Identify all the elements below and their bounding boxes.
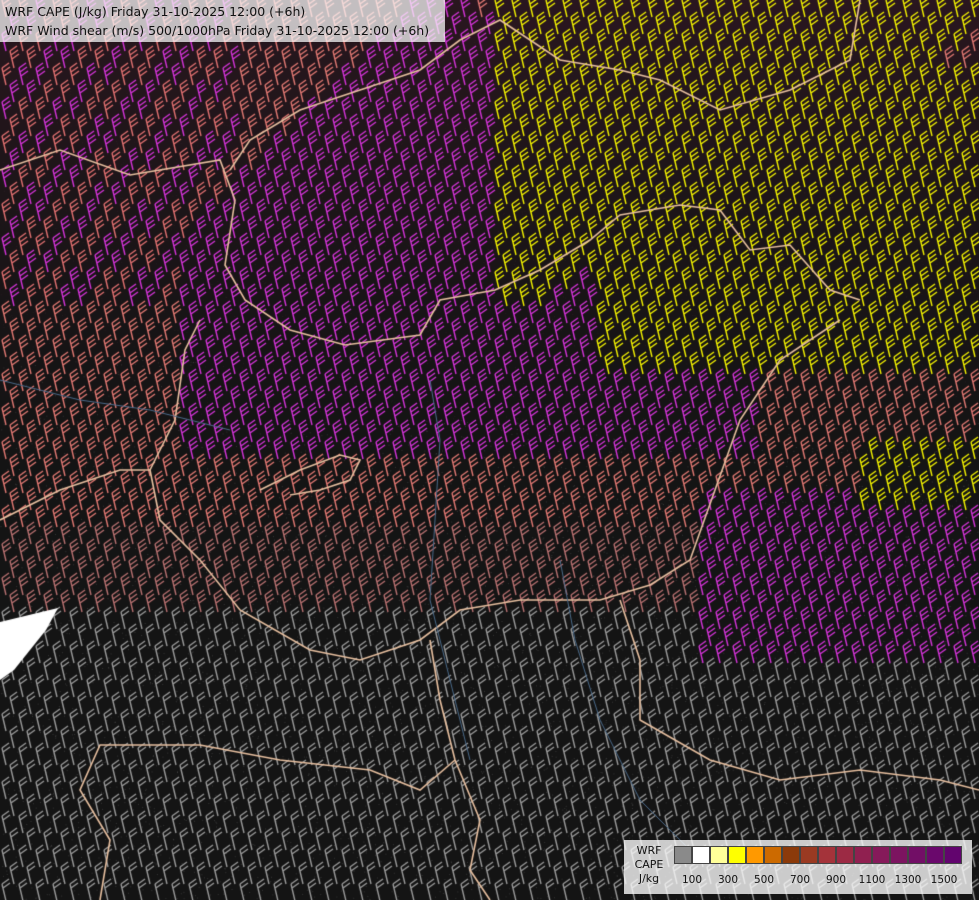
legend-swatch bbox=[836, 846, 854, 864]
legend-title-variable: CAPE bbox=[630, 858, 668, 872]
legend-tick-labels: 100 300 500 700 900 1100 1300 1500 bbox=[674, 874, 964, 888]
legend-tick-label: 1500 bbox=[931, 874, 958, 886]
legend-swatch bbox=[782, 846, 800, 864]
legend-tick-label: 900 bbox=[826, 874, 846, 886]
legend-swatch bbox=[710, 846, 728, 864]
legend-swatch bbox=[746, 846, 764, 864]
title-line-wind-shear: WRF Wind shear (m/s) 500/1000hPa Friday … bbox=[5, 21, 445, 40]
legend-color-scale bbox=[674, 846, 962, 864]
cape-legend: WRF CAPE J/kg 100 300 500 700 900 1100 1300 150… bbox=[624, 840, 972, 894]
weather-map bbox=[0, 0, 979, 900]
legend-tick-label: 300 bbox=[718, 874, 738, 886]
legend-swatch bbox=[800, 846, 818, 864]
legend-tick-label: 500 bbox=[754, 874, 774, 886]
legend-swatch bbox=[890, 846, 908, 864]
legend-tick-label: 1300 bbox=[895, 874, 922, 886]
legend-swatch bbox=[944, 846, 962, 864]
legend-title-model: WRF bbox=[630, 844, 668, 858]
legend-tick-label: 100 bbox=[682, 874, 702, 886]
title-line-cape: WRF CAPE (J/kg) Friday 31-10-2025 12:00 … bbox=[5, 2, 445, 21]
legend-swatch bbox=[764, 846, 782, 864]
legend-tick-label: 1100 bbox=[859, 874, 886, 886]
legend-swatch bbox=[872, 846, 890, 864]
legend-swatch bbox=[692, 846, 710, 864]
legend-title-unit: J/kg bbox=[630, 872, 668, 886]
legend-tick-label: 700 bbox=[790, 874, 810, 886]
legend-swatch bbox=[818, 846, 836, 864]
legend-swatch bbox=[854, 846, 872, 864]
legend-swatch bbox=[908, 846, 926, 864]
legend-swatch bbox=[926, 846, 944, 864]
legend-title: WRF CAPE J/kg bbox=[630, 844, 668, 886]
legend-swatch bbox=[728, 846, 746, 864]
map-title: WRF CAPE (J/kg) Friday 31-10-2025 12:00 … bbox=[0, 0, 445, 42]
legend-swatch bbox=[674, 846, 692, 864]
